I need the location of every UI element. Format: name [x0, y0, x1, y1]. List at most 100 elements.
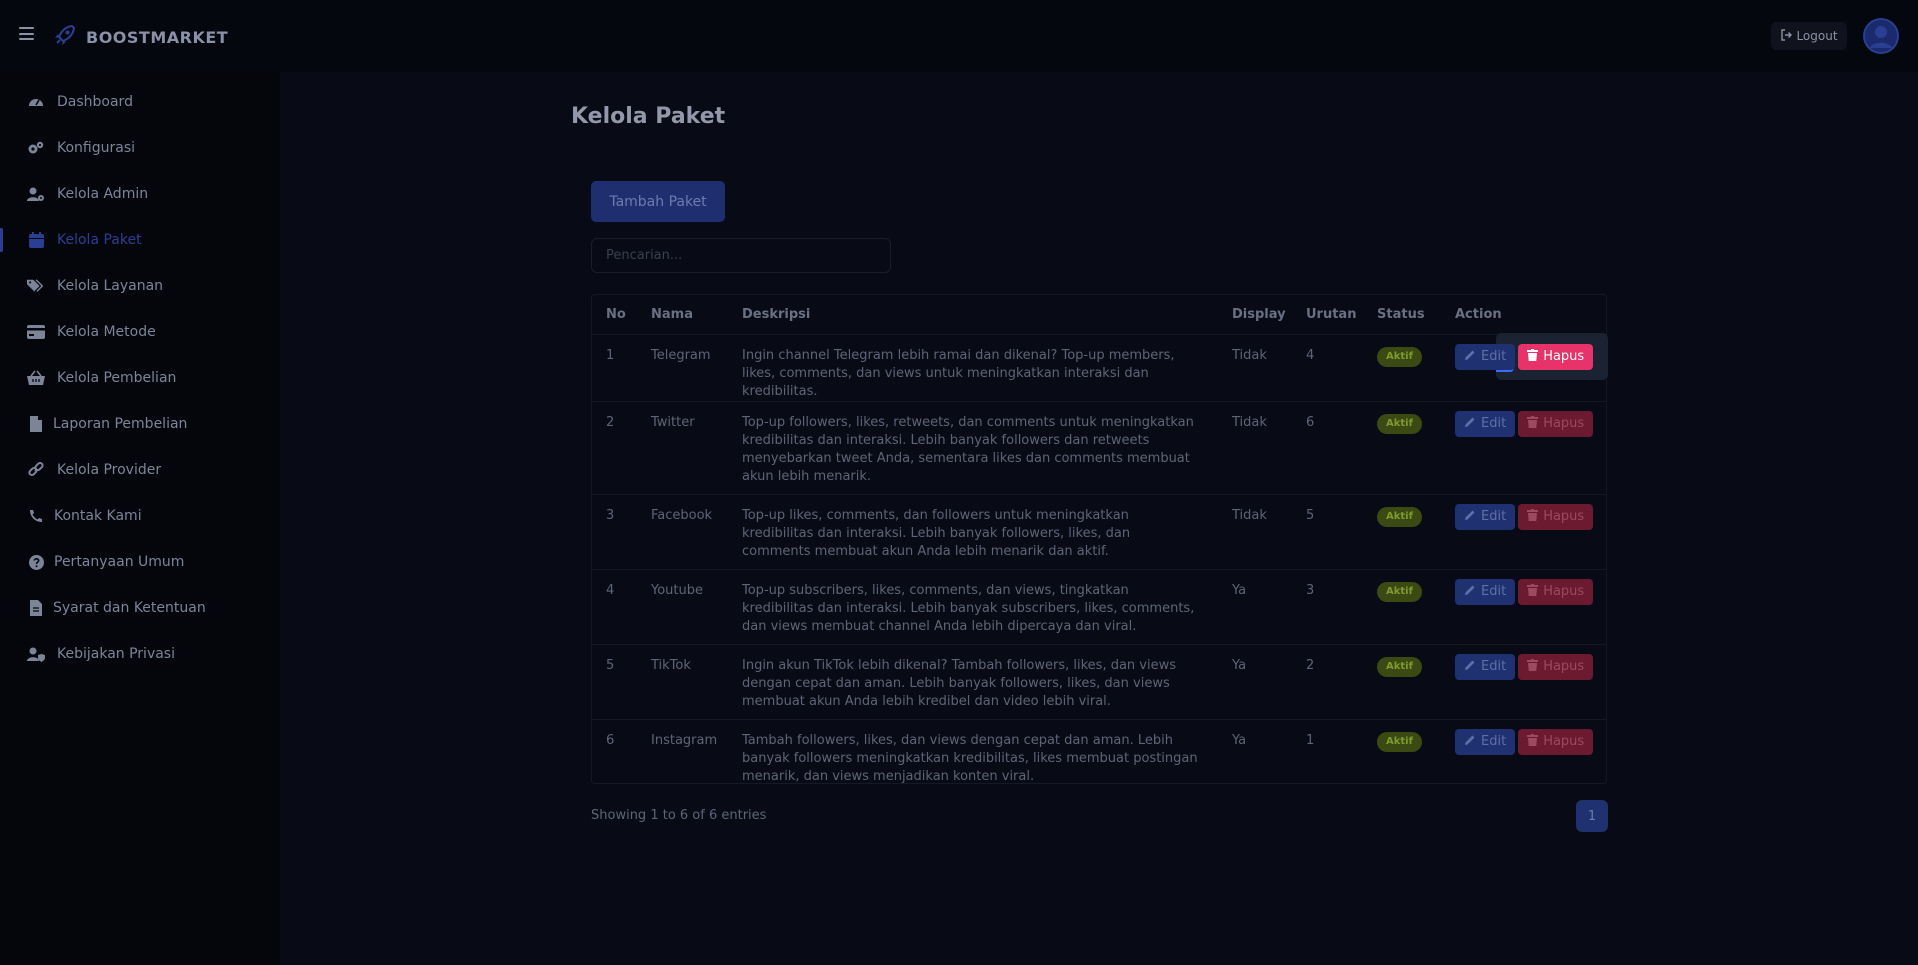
sidebar-item-kelola-admin[interactable]: Kelola Admin	[0, 174, 280, 214]
sidebar-item-kontak-kami[interactable]: Kontak Kami	[0, 496, 280, 536]
cell-deskripsi: Ingin akun TikTok lebih dikenal? Tambah …	[728, 644, 1218, 720]
sidebar-item-label: Kontak Kami	[54, 508, 142, 524]
file-lines-icon	[27, 599, 45, 617]
add-package-button[interactable]: Tambah Paket	[591, 181, 725, 222]
cell-nama: Twitter	[637, 401, 728, 495]
search-input[interactable]	[591, 238, 891, 273]
cell-status: Aktif	[1363, 494, 1441, 570]
cell-display: Tidak	[1218, 334, 1292, 402]
sidebar-item-label: Konfigurasi	[57, 140, 136, 156]
edit-button[interactable]: Edit	[1455, 578, 1516, 605]
cell-status: Aktif	[1363, 719, 1441, 794]
cell-urutan: 2	[1292, 644, 1363, 720]
table-row: 2 Twitter Top-up followers, likes, retwe…	[592, 401, 1606, 495]
cell-action: Edit Hapus	[1441, 644, 1606, 720]
cell-display: Ya	[1218, 569, 1292, 645]
edit-button[interactable]: Edit	[1455, 503, 1516, 530]
page-title: Kelola Paket	[571, 104, 726, 129]
hamburger-menu-icon[interactable]	[19, 27, 34, 40]
sidebar-item-label: Dashboard	[57, 94, 133, 110]
edit-button[interactable]: Edit	[1455, 343, 1516, 370]
delete-button[interactable]: Hapus	[1518, 728, 1594, 755]
cell-action: Edit Hapus	[1441, 719, 1606, 794]
cell-no: 2	[592, 401, 637, 495]
user-avatar-icon	[1863, 18, 1899, 54]
cell-urutan: 6	[1292, 401, 1363, 495]
column-header-status[interactable]: Status	[1363, 295, 1441, 335]
sidebar-item-laporan-pembelian[interactable]: Laporan Pembelian	[0, 404, 280, 444]
pencil-icon	[1464, 416, 1476, 432]
column-header-nama[interactable]: Nama	[637, 295, 728, 335]
sidebar-item-kelola-layanan[interactable]: Kelola Layanan	[0, 266, 280, 306]
cell-deskripsi: Ingin channel Telegram lebih ramai dan d…	[728, 334, 1218, 402]
pencil-icon	[1464, 734, 1476, 750]
status-badge: Aktif	[1377, 346, 1422, 367]
column-header-deskripsi[interactable]: Deskripsi	[728, 295, 1218, 335]
sidebar-item-kelola-provider[interactable]: Kelola Provider	[0, 450, 280, 490]
sidebar-item-syarat-ketentuan[interactable]: Syarat dan Ketentuan	[0, 588, 280, 628]
trash-icon	[1527, 658, 1539, 675]
sidebar-item-label: Laporan Pembelian	[53, 416, 188, 432]
pencil-icon	[1464, 659, 1476, 675]
table-info: Showing 1 to 6 of 6 entries	[591, 808, 767, 823]
phone-icon	[27, 507, 45, 525]
sidebar-item-konfigurasi[interactable]: Konfigurasi	[0, 128, 280, 168]
file-icon	[27, 415, 45, 433]
trash-icon	[1527, 415, 1539, 432]
delete-button[interactable]: Hapus	[1518, 578, 1594, 605]
brand-name: BOOSTMARKET	[86, 27, 229, 47]
sidebar-item-label: Kelola Layanan	[57, 278, 164, 294]
sidebar-item-label: Kelola Metode	[57, 324, 156, 340]
status-badge: Aktif	[1377, 731, 1422, 752]
cell-no: 4	[592, 569, 637, 645]
column-header-urutan[interactable]: Urutan	[1292, 295, 1363, 335]
sidebar-item-label: Kebijakan Privasi	[57, 646, 175, 662]
cell-deskripsi: Top-up followers, likes, retweets, dan c…	[728, 401, 1218, 495]
avatar[interactable]	[1863, 18, 1899, 54]
cell-action: Edit Hapus	[1441, 494, 1606, 570]
delete-button[interactable]: Hapus	[1518, 410, 1594, 437]
table-row: 1 Telegram Ingin channel Telegram lebih …	[592, 334, 1606, 402]
trash-icon	[1527, 508, 1539, 525]
cell-display: Tidak	[1218, 401, 1292, 495]
gears-icon	[27, 139, 45, 157]
column-header-action: Action	[1441, 295, 1606, 335]
cell-action: Edit Hapus	[1441, 569, 1606, 645]
cell-urutan: 5	[1292, 494, 1363, 570]
delete-button[interactable]: Hapus	[1518, 503, 1594, 530]
pencil-icon	[1464, 509, 1476, 525]
sidebar-item-kelola-paket[interactable]: Kelola Paket	[0, 220, 280, 260]
sidebar-item-label: Kelola Paket	[57, 232, 142, 248]
sidebar-item-kelola-metode[interactable]: Kelola Metode	[0, 312, 280, 352]
cell-deskripsi: Top-up subscribers, likes, comments, dan…	[728, 569, 1218, 645]
column-header-display[interactable]: Display	[1218, 295, 1292, 335]
credit-card-icon	[27, 323, 45, 341]
delete-button[interactable]: Hapus	[1518, 343, 1594, 370]
cell-status: Aktif	[1363, 644, 1441, 720]
trash-icon	[1527, 583, 1539, 600]
edit-button[interactable]: Edit	[1455, 410, 1516, 437]
sidebar-item-pertanyaan-umum[interactable]: Pertanyaan Umum	[0, 542, 280, 582]
cell-nama: TikTok	[637, 644, 728, 720]
cell-no: 5	[592, 644, 637, 720]
sidebar-item-label: Pertanyaan Umum	[54, 554, 185, 570]
pagination-page-1[interactable]: 1	[1576, 800, 1608, 832]
delete-button[interactable]: Hapus	[1518, 653, 1594, 680]
edit-button[interactable]: Edit	[1455, 728, 1516, 755]
sidebar-item-kelola-pembelian[interactable]: Kelola Pembelian	[0, 358, 280, 398]
cell-display: Tidak	[1218, 494, 1292, 570]
sidebar-item-label: Kelola Admin	[57, 186, 149, 202]
brand[interactable]: BOOSTMARKET	[52, 22, 228, 52]
column-header-no[interactable]: No	[592, 295, 637, 335]
cell-status: Aktif	[1363, 569, 1441, 645]
topbar: BOOSTMARKET Logout	[0, 0, 1918, 72]
calendar-icon	[27, 231, 45, 249]
sidebar-item-dashboard[interactable]: Dashboard	[0, 82, 280, 122]
sidebar-item-label: Kelola Provider	[57, 462, 162, 478]
logout-icon	[1780, 28, 1793, 44]
sidebar-item-kebijakan-privasi[interactable]: Kebijakan Privasi	[0, 634, 280, 674]
logout-button[interactable]: Logout	[1771, 22, 1847, 50]
edit-button[interactable]: Edit	[1455, 653, 1516, 680]
gauge-icon	[27, 93, 45, 111]
status-badge: Aktif	[1377, 506, 1422, 527]
